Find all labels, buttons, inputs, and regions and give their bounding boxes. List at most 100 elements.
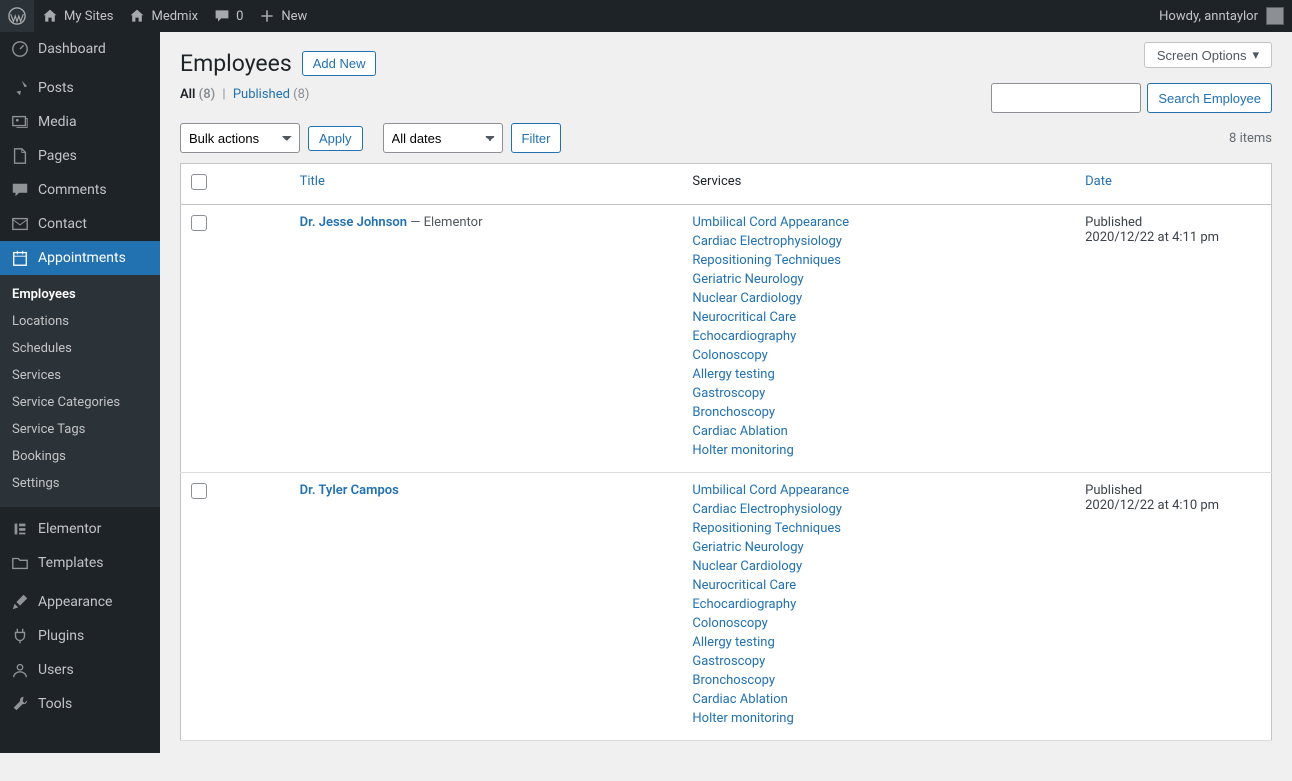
- sidebar-sub-employees[interactable]: Employees: [0, 281, 160, 308]
- search-button[interactable]: Search Employee: [1147, 83, 1272, 113]
- service-link[interactable]: Holter monitoring: [692, 711, 1065, 726]
- table-row: Dr. Tyler Campos Umbilical Cord Appearanc…: [181, 473, 1272, 741]
- sidebar-sub-service-tags[interactable]: Service Tags: [0, 416, 160, 443]
- sidebar-label: Appearance: [38, 594, 112, 610]
- service-link[interactable]: Repositioning Techniques: [692, 521, 1065, 536]
- service-link[interactable]: Umbilical Cord Appearance: [692, 215, 1065, 230]
- sidebar-item-plugins[interactable]: Plugins: [0, 619, 160, 653]
- row-date: 2020/12/22 at 4:11 pm: [1085, 230, 1261, 245]
- elementor-icon: [10, 520, 30, 538]
- bulk-actions-select[interactable]: Bulk actions: [180, 123, 300, 153]
- service-link[interactable]: Neurocritical Care: [692, 578, 1065, 593]
- sidebar-sub-bookings[interactable]: Bookings: [0, 443, 160, 470]
- filter-published[interactable]: Published (8): [233, 87, 310, 102]
- sidebar-item-media[interactable]: Media: [0, 105, 160, 139]
- folder-icon: [10, 554, 30, 572]
- service-link[interactable]: Cardiac Ablation: [692, 424, 1065, 439]
- sidebar-item-users[interactable]: Users: [0, 653, 160, 687]
- service-link[interactable]: Bronchoscopy: [692, 405, 1065, 420]
- sidebar-item-dashboard[interactable]: Dashboard: [0, 32, 160, 66]
- filter-button[interactable]: Filter: [511, 123, 562, 153]
- sidebar-label: Posts: [38, 80, 74, 96]
- sidebar-item-appearance[interactable]: Appearance: [0, 585, 160, 619]
- row-title-link[interactable]: Dr. Jesse Johnson: [300, 215, 407, 230]
- service-link[interactable]: Bronchoscopy: [692, 673, 1065, 688]
- sidebar-label: Elementor: [38, 521, 101, 537]
- service-link[interactable]: Neurocritical Care: [692, 310, 1065, 325]
- service-link[interactable]: Cardiac Electrophysiology: [692, 502, 1065, 517]
- sidebar-sub-locations[interactable]: Locations: [0, 308, 160, 335]
- sidebar-item-posts[interactable]: Posts: [0, 71, 160, 105]
- sidebar-label: Users: [38, 662, 74, 678]
- comment-icon: [214, 8, 230, 24]
- service-link[interactable]: Cardiac Electrophysiology: [692, 234, 1065, 249]
- admin-sidebar: Dashboard Posts Media Pages Comments Con…: [0, 32, 160, 753]
- employees-table: Title Services Date Dr. Jesse Johnson — …: [180, 163, 1272, 741]
- select-all-checkbox[interactable]: [191, 174, 207, 190]
- service-link[interactable]: Geriatric Neurology: [692, 540, 1065, 555]
- apply-button[interactable]: Apply: [308, 126, 363, 151]
- service-link[interactable]: Umbilical Cord Appearance: [692, 483, 1065, 498]
- service-link[interactable]: Gastroscopy: [692, 386, 1065, 401]
- adminbar-logo[interactable]: [0, 0, 34, 32]
- screen-options-button[interactable]: Screen Options▾: [1144, 42, 1272, 68]
- search-input[interactable]: [991, 83, 1141, 113]
- sidebar-sub-settings[interactable]: Settings: [0, 470, 160, 497]
- home-icon: [42, 8, 58, 24]
- sidebar-sub-service-categories[interactable]: Service Categories: [0, 389, 160, 416]
- service-link[interactable]: Colonoscopy: [692, 348, 1065, 363]
- row-title-link[interactable]: Dr. Tyler Campos: [300, 483, 399, 498]
- screen-options-wrap: Screen Options▾: [1144, 42, 1272, 68]
- add-new-button[interactable]: Add New: [302, 51, 377, 76]
- sidebar-item-comments[interactable]: Comments: [0, 173, 160, 207]
- sidebar-sub-schedules[interactable]: Schedules: [0, 335, 160, 362]
- row-title-suffix: — Elementor: [407, 215, 482, 230]
- date-filter-select[interactable]: All dates: [383, 123, 503, 153]
- comment-icon: [10, 181, 30, 199]
- service-link[interactable]: Allergy testing: [692, 367, 1065, 382]
- service-link[interactable]: Echocardiography: [692, 597, 1065, 612]
- adminbar-sitename[interactable]: Medmix: [121, 0, 206, 32]
- row-checkbox[interactable]: [191, 483, 207, 499]
- page-header: Employees Add New: [180, 32, 1144, 87]
- sidebar-sub-services[interactable]: Services: [0, 362, 160, 389]
- sidebar-item-templates[interactable]: Templates: [0, 546, 160, 580]
- sidebar-item-contact[interactable]: Contact: [0, 207, 160, 241]
- service-link[interactable]: Nuclear Cardiology: [692, 291, 1065, 306]
- page-icon: [10, 147, 30, 165]
- sidebar-item-appointments[interactable]: Appointments: [0, 241, 160, 275]
- service-link[interactable]: Allergy testing: [692, 635, 1065, 650]
- adminbar-comments[interactable]: 0: [206, 0, 251, 32]
- col-title[interactable]: Title: [300, 174, 325, 189]
- sidebar-label: Comments: [38, 182, 107, 198]
- service-link[interactable]: Nuclear Cardiology: [692, 559, 1065, 574]
- service-link[interactable]: Gastroscopy: [692, 654, 1065, 669]
- service-link[interactable]: Colonoscopy: [692, 616, 1065, 631]
- adminbar-new[interactable]: New: [251, 0, 315, 32]
- filter-all[interactable]: All (8): [180, 87, 215, 102]
- pin-icon: [10, 79, 30, 97]
- user-icon: [10, 661, 30, 679]
- sidebar-label: Media: [38, 114, 77, 130]
- sidebar-item-tools[interactable]: Tools: [0, 687, 160, 721]
- row-checkbox[interactable]: [191, 215, 207, 231]
- tablenav-top: Bulk actions Apply All dates Filter 8 it…: [180, 123, 1272, 153]
- service-link[interactable]: Cardiac Ablation: [692, 692, 1065, 707]
- adminbar-mysites[interactable]: My Sites: [34, 0, 121, 32]
- sidebar-item-pages[interactable]: Pages: [0, 139, 160, 173]
- service-link[interactable]: Holter monitoring: [692, 443, 1065, 458]
- sidebar-label: Dashboard: [38, 41, 106, 57]
- adminbar-howdy[interactable]: Howdy, anntaylor: [1159, 9, 1258, 24]
- service-link[interactable]: Repositioning Techniques: [692, 253, 1065, 268]
- col-date[interactable]: Date: [1085, 174, 1112, 189]
- mail-icon: [10, 215, 30, 233]
- row-status: Published: [1085, 483, 1261, 498]
- plus-icon: [259, 8, 275, 24]
- sidebar-label: Templates: [38, 555, 104, 571]
- adminbar-new-label: New: [281, 9, 307, 24]
- sidebar-item-elementor[interactable]: Elementor: [0, 512, 160, 546]
- service-link[interactable]: Echocardiography: [692, 329, 1065, 344]
- main-content: Screen Options▾ Employees Add New Search…: [160, 32, 1292, 781]
- service-link[interactable]: Geriatric Neurology: [692, 272, 1065, 287]
- avatar[interactable]: [1266, 7, 1284, 25]
